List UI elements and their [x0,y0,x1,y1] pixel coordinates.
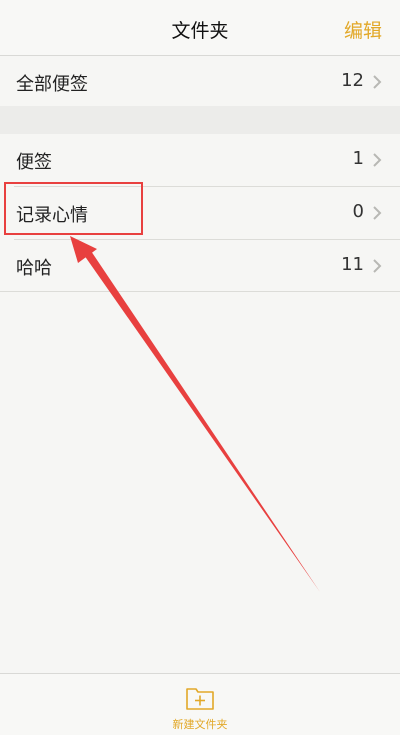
chevron-right-icon [373,206,382,220]
new-folder-button[interactable]: 新建文件夹 [160,678,240,732]
chevron-right-icon [373,75,382,89]
row-divider [0,291,400,292]
folder-label: 哈哈 [16,258,52,279]
folder-row-haha[interactable]: 哈哈 11 [0,240,400,292]
section-gap [0,106,400,136]
all-notes-count: 12 [341,70,364,91]
folder-count: 11 [341,254,364,275]
folder-count: 0 [352,201,364,222]
new-folder-label: 新建文件夹 [172,718,228,731]
chevron-right-icon [373,259,382,273]
navigation-bar: 文件夹 编辑 [0,0,400,56]
folder-plus-icon [186,688,214,710]
folder-count: 1 [352,148,364,169]
folder-label: 便签 [16,152,52,173]
all-notes-row[interactable]: 全部便签 12 [0,56,400,108]
folder-row-notes[interactable]: 便签 1 [0,134,400,186]
edit-button[interactable]: 编辑 [344,16,382,43]
bottom-toolbar: 新建文件夹 [0,673,400,735]
all-notes-label: 全部便签 [16,74,88,95]
chevron-right-icon [373,153,382,167]
annotation-highlight-box [4,182,143,235]
page-title: 文件夹 [171,20,229,42]
